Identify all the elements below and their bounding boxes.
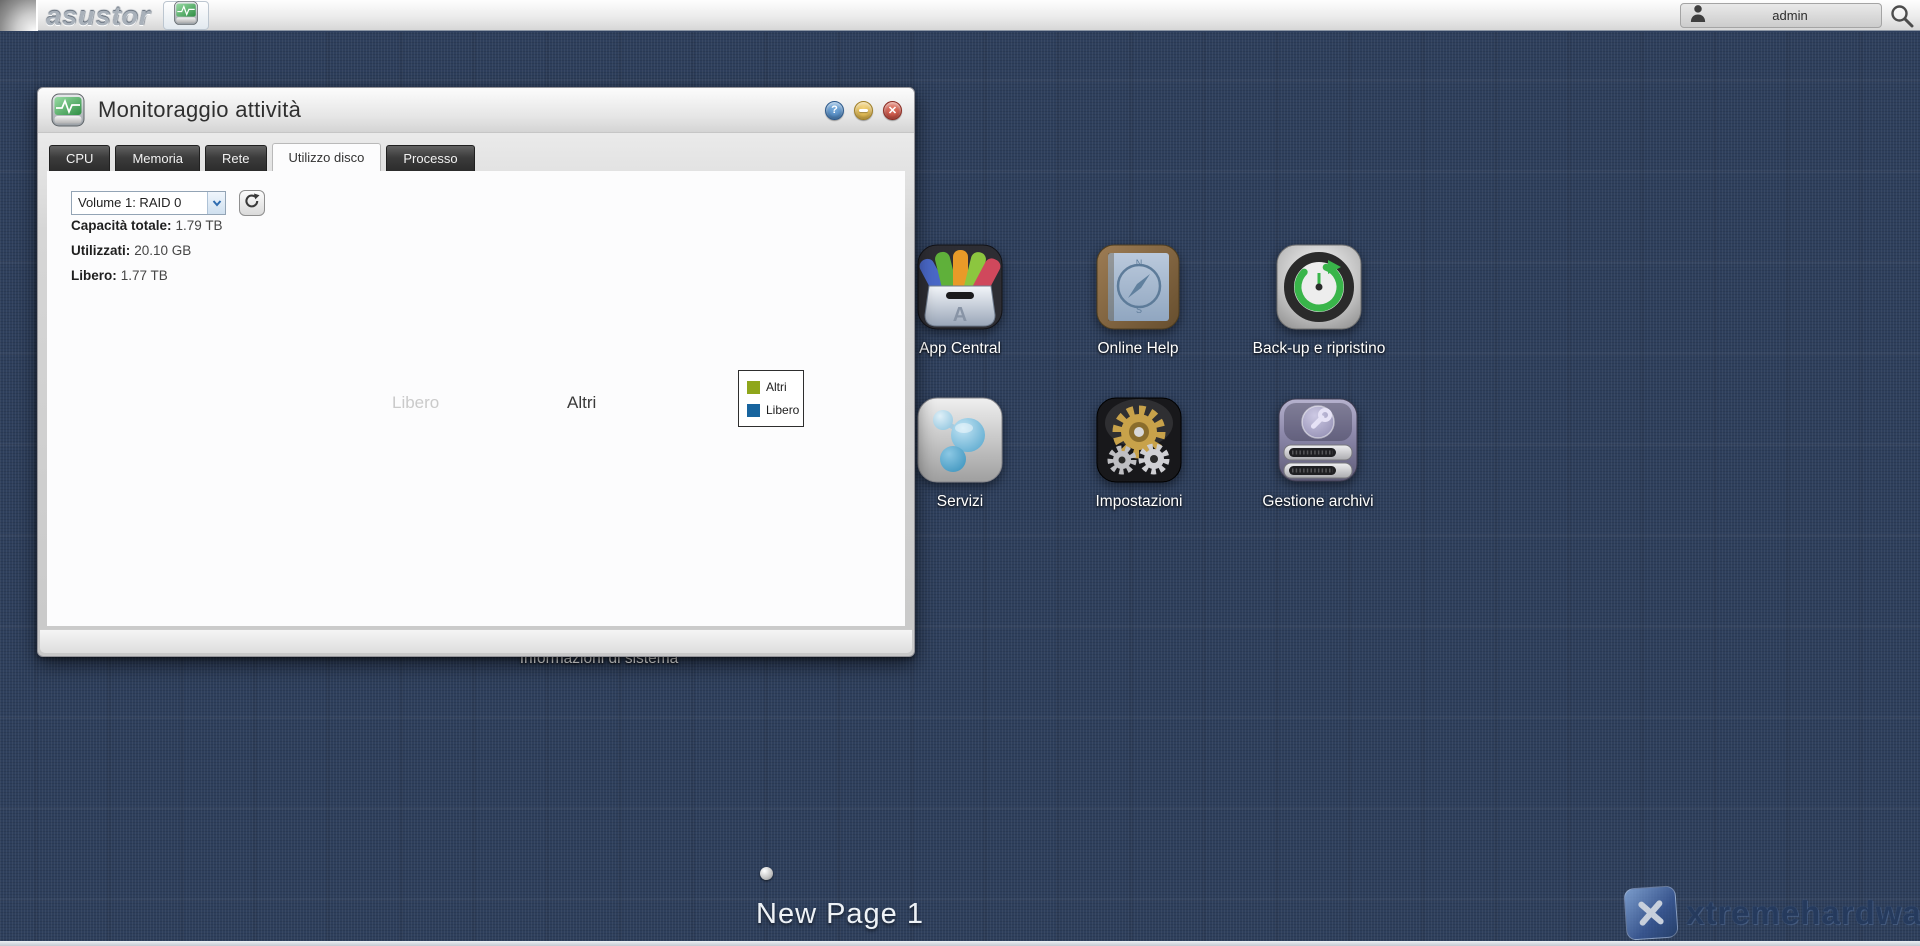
user-label: admin <box>1772 8 1808 23</box>
tab-processo[interactable]: Processo <box>386 145 475 171</box>
help-button[interactable]: ? <box>825 100 844 120</box>
user-menu-button[interactable]: admin <box>1680 3 1882 28</box>
stat-total-capacity: Capacità totale: 1.79 TB <box>71 218 223 233</box>
volume-select-value: Volume 1: RAID 0 <box>78 195 182 210</box>
page-label: New Page 1 <box>756 898 924 930</box>
tab-rete[interactable]: Rete <box>205 145 267 171</box>
search-icon <box>1889 5 1915 33</box>
activity-monitor-window: Monitoraggio attività ? ✕ CPU Memoria Re… <box>37 87 915 657</box>
desktop-icon-label: Back-up e ripristino <box>1252 340 1386 357</box>
watermark: xtremehardware.it <box>1623 885 1920 941</box>
pie-label-libero: Libero <box>392 393 440 412</box>
search-button[interactable] <box>1889 3 1915 29</box>
desktop: Informazioni di sistema A App Central N … <box>0 32 1920 946</box>
window-titlebar[interactable]: Monitoraggio attività ? ✕ <box>38 88 914 133</box>
activity-monitor-icon <box>50 92 86 128</box>
desktop-icon-backup-restore[interactable]: Back-up e ripristino <box>1249 242 1389 358</box>
watermark-logo-icon <box>1623 885 1679 941</box>
chevron-down-icon <box>207 192 225 214</box>
app-central-icon: A <box>915 244 1005 336</box>
desktop-icon-online-help[interactable]: N S Online Help <box>1068 242 1208 358</box>
storage-manager-icon <box>1273 398 1363 489</box>
window-title: Monitoraggio attività <box>98 97 302 122</box>
page-indicator-dot[interactable] <box>760 867 773 880</box>
chart-legend: Altri Libero <box>738 370 804 427</box>
tab-memoria[interactable]: Memoria <box>115 145 201 171</box>
tab-utilizzo-disco[interactable]: Utilizzo disco <box>271 143 382 171</box>
user-icon <box>1689 3 1707 28</box>
volume-select[interactable]: Volume 1: RAID 0 <box>71 191 226 215</box>
watermark-text: xtremehardware.it <box>1686 894 1920 931</box>
disk-usage-panel: Volume 1: RAID 0 Capacità totale: 1.79 TB… <box>47 171 905 626</box>
desktop-icon-label: Online Help <box>1097 340 1179 357</box>
taskbar: asustor admin <box>0 0 1920 31</box>
tabstrip: CPU Memoria Rete Utilizzo disco Processo <box>38 133 914 171</box>
desktop-icon-storage-manager[interactable]: Gestione archivi <box>1248 395 1388 511</box>
refresh-button[interactable] <box>239 190 265 216</box>
legend-swatch-libero <box>747 403 760 417</box>
online-help-icon: N S <box>1093 244 1183 336</box>
activity-monitor-icon <box>173 0 199 31</box>
asustor-logo: asustor <box>46 1 151 31</box>
close-button[interactable]: ✕ <box>883 100 902 120</box>
settings-icon <box>1094 397 1184 489</box>
legend-swatch-altri <box>747 380 760 394</box>
legend-item-libero: Libero <box>747 403 799 417</box>
stat-free: Libero: 1.77 TB <box>71 268 168 283</box>
backup-restore-icon <box>1274 244 1364 336</box>
svg-text:N: N <box>1136 258 1143 268</box>
minimize-button[interactable] <box>854 100 873 120</box>
desktop-icon-label: Impostazioni <box>1095 493 1183 510</box>
services-icon <box>915 397 1005 489</box>
desktop-icon-settings[interactable]: Impostazioni <box>1069 395 1209 511</box>
refresh-icon <box>243 192 261 215</box>
pie-label-altri: Altri <box>567 393 597 412</box>
taskbar-corner-cap <box>0 0 38 31</box>
legend-item-altri: Altri <box>747 380 799 394</box>
taskbar-task-activity-monitor[interactable] <box>163 1 209 30</box>
window-footer <box>40 629 912 653</box>
stat-used: Utilizzati: 20.10 GB <box>71 243 192 258</box>
svg-text:S: S <box>1136 305 1142 315</box>
minimize-icon <box>859 108 868 112</box>
tab-cpu[interactable]: CPU <box>49 145 111 171</box>
bottom-edge-strip <box>0 941 1920 946</box>
svg-text:A: A <box>953 304 967 326</box>
desktop-icon-label: Gestione archivi <box>1262 493 1374 510</box>
